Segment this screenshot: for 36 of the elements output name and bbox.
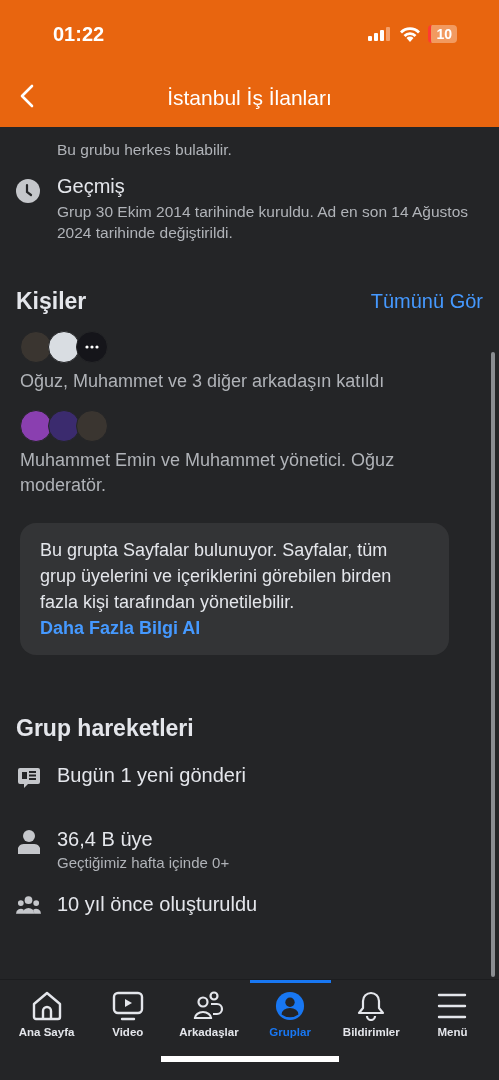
tab[interactable]: Arkadaşlar — [168, 980, 250, 1050]
back-button[interactable] — [20, 84, 34, 108]
page-title: İstanbul İş İlanları — [167, 85, 332, 110]
notice-text: Bu grupta Sayfalar bulunuyor. Sayfalar, tüm grup üyelerini ve içeriklerini görebilen birden fazla kişi tarafından yönetilebilir. Daha Fazla Bilgi Al — [40, 538, 393, 640]
activity-subtext: Geçtiğimiz hafta içinde 0+ — [57, 854, 230, 871]
battery-level: 10 — [428, 25, 457, 43]
avatar[interactable] — [48, 331, 80, 364]
activity-text: 10 yıl önce oluşturuldu — [57, 893, 258, 916]
person-icon — [17, 830, 40, 854]
tab[interactable]: Menü — [411, 980, 494, 1050]
wifi-icon — [399, 26, 422, 42]
menu-icon — [436, 991, 469, 1021]
clock-icon — [16, 178, 40, 203]
home-icon — [30, 991, 63, 1021]
activity-text: Bugün 1 yeni gönderi — [57, 764, 247, 787]
section-heading: Kişiler — [16, 288, 87, 316]
scrollbar[interactable] — [491, 352, 495, 977]
description-text: Bu grubu herkes bulabilir. — [57, 140, 232, 160]
members-summary: Oğuz, Muhammet ve 3 diğer arkadaşın katıldı — [19, 370, 386, 394]
video-icon — [111, 991, 144, 1021]
section-title: Geçmiş — [57, 174, 126, 198]
members-summary: Muhammet Emin ve Muhammet yönetici. Oğuz moderatör. — [19, 449, 396, 498]
see-all-link[interactable]: Tümünü Gör — [370, 290, 483, 314]
tab[interactable]: Video — [87, 980, 169, 1050]
tab[interactable]: Bildirimler — [330, 980, 412, 1050]
status-time: 01:22 — [53, 22, 105, 46]
groups-icon — [274, 991, 307, 1021]
signal-icon — [368, 27, 393, 41]
learn-more-link[interactable]: Daha Fazla Bilgi Al — [40, 617, 201, 638]
tab[interactable]: Ana Sayfa — [6, 980, 88, 1050]
people-icon — [16, 895, 41, 915]
activity-text: 36,4 B üye — [57, 828, 154, 851]
description-text: Grup 30 Ekim 2014 tarihinde kuruldu. Ad en son 14 Ağustos 2024 tarihinde değiştirildi. — [57, 201, 469, 244]
friends-icon — [192, 991, 225, 1021]
section-heading: Grup hareketleri — [16, 715, 195, 742]
post-icon — [16, 766, 41, 790]
